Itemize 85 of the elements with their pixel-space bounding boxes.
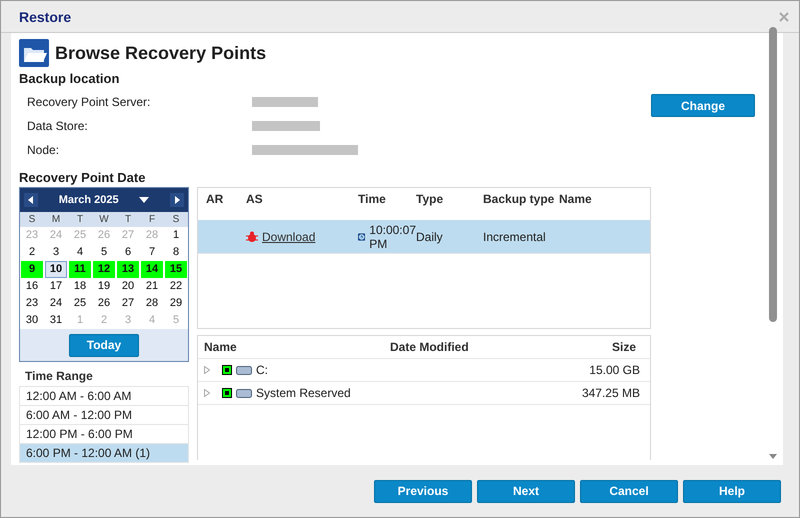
- column-header: AR: [206, 192, 224, 206]
- time-range-item[interactable]: 12:00 AM - 6:00 AM: [19, 387, 189, 406]
- calendar-day[interactable]: 19: [93, 278, 115, 295]
- next-month-icon[interactable]: [170, 193, 184, 207]
- calendar-day[interactable]: 9: [21, 261, 43, 278]
- calendar-day[interactable]: 31: [45, 312, 67, 329]
- calendar-day[interactable]: 14: [141, 261, 163, 278]
- calendar-day[interactable]: 11: [69, 261, 91, 278]
- table-cell-text: Incremental: [483, 230, 547, 244]
- column-header: Name: [204, 340, 238, 354]
- calendar-day[interactable]: 12: [93, 261, 115, 278]
- column-header: AS: [246, 192, 264, 206]
- calendar-day[interactable]: 17: [45, 278, 67, 295]
- time-range-item[interactable]: 12:00 PM - 6:00 PM: [19, 425, 189, 444]
- weekday-label: S: [20, 212, 44, 227]
- column-header: Type: [416, 192, 444, 206]
- calendar-day[interactable]: 25: [69, 295, 91, 312]
- drive-icon: [236, 388, 252, 398]
- window-title: Restore: [19, 8, 72, 24]
- calendar-day[interactable]: 4: [69, 244, 91, 261]
- checkbox[interactable]: [222, 388, 232, 398]
- month-label: March 2025: [58, 194, 119, 206]
- section-label: Time Range: [24, 368, 94, 385]
- weekday-label: T: [68, 212, 92, 227]
- table-cell-text: 15.00 GB: [588, 363, 640, 377]
- calendar-day[interactable]: 18: [69, 278, 91, 295]
- calendar-day[interactable]: 13: [117, 261, 139, 278]
- section-heading: Backup location: [19, 71, 120, 86]
- calendar-day[interactable]: 21: [141, 278, 163, 295]
- time-range-item[interactable]: 6:00 PM - 12:00 AM (1): [19, 444, 189, 463]
- calendar-day[interactable]: 24: [45, 295, 67, 312]
- time-range-item[interactable]: 6:00 AM - 12:00 PM: [19, 406, 189, 425]
- calendar-day[interactable]: 2: [21, 244, 43, 261]
- table-cell-text: Daily: [416, 230, 444, 244]
- column-header: Date Modified: [390, 340, 470, 354]
- column-header: Backup type: [483, 192, 556, 206]
- calendar-day[interactable]: 8: [165, 244, 187, 261]
- column-header: Name: [559, 192, 593, 206]
- calendar-day[interactable]: 29: [165, 295, 187, 312]
- dialog-button[interactable]: Next: [477, 480, 575, 502]
- previous-month-icon[interactable]: [24, 193, 38, 207]
- table-cell: System Reserved: [256, 386, 351, 400]
- field-label: Recovery Point Server:: [27, 95, 152, 109]
- scrollbar-thumb[interactable]: [769, 26, 777, 322]
- dialog-button[interactable]: Previous: [374, 480, 472, 502]
- weekday-label: S: [164, 212, 188, 227]
- change-button[interactable]: Change: [651, 94, 755, 117]
- checkbox[interactable]: [222, 365, 232, 375]
- calendar-day[interactable]: 1: [165, 227, 187, 244]
- calendar-day[interactable]: 16: [21, 278, 43, 295]
- calendar-day[interactable]: 6: [117, 244, 139, 261]
- table-cell-text: 347.25 MB: [580, 386, 640, 400]
- weekday-label: T: [116, 212, 140, 227]
- dialog-button[interactable]: Help: [683, 480, 781, 502]
- drive-icon: [236, 366, 252, 374]
- bug-icon: [246, 230, 258, 242]
- calendar-day[interactable]: 28: [141, 295, 163, 312]
- weekday-label: W: [92, 212, 116, 227]
- weekday-label: F: [140, 212, 164, 227]
- folder-icon: [19, 39, 49, 67]
- weekday-label: M: [44, 212, 68, 227]
- page-heading: Browse Recovery Points: [55, 42, 266, 64]
- field-label: Data Store:: [27, 119, 89, 133]
- calendar-day[interactable]: 10: [45, 261, 67, 278]
- calendar-day[interactable]: 20: [117, 278, 139, 295]
- column-header: Size: [610, 340, 636, 354]
- calendar-day[interactable]: 27: [117, 295, 139, 312]
- calendar-day[interactable]: 15: [165, 261, 187, 278]
- download-link[interactable]: Download: [262, 230, 316, 244]
- calendar-day[interactable]: 30: [21, 312, 43, 329]
- dropdown-caret-icon[interactable]: [139, 197, 150, 203]
- scroll-down-icon[interactable]: [769, 454, 777, 459]
- field-label: Node:: [27, 143, 60, 157]
- dialog-button[interactable]: Cancel: [580, 480, 678, 502]
- calendar-day[interactable]: 26: [93, 295, 115, 312]
- calendar-day[interactable]: 7: [141, 244, 163, 261]
- section-heading: Recovery Point Date: [19, 170, 146, 185]
- column-header: Time: [358, 192, 387, 206]
- table-cell: C:: [256, 363, 268, 377]
- calendar-day[interactable]: 23: [21, 295, 43, 312]
- table-cell: 10:00:07 PM: [369, 222, 416, 250]
- calendar-day[interactable]: 3: [45, 244, 67, 261]
- calendar-day[interactable]: 22: [165, 278, 187, 295]
- today-button[interactable]: Today: [69, 334, 139, 356]
- calendar-day[interactable]: 5: [93, 244, 115, 261]
